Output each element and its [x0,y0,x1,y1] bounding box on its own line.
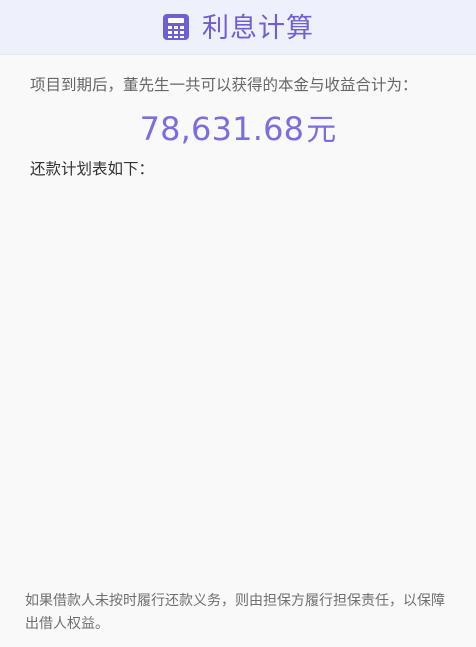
calculator-icon [162,13,190,41]
main-content: 项目到期后，董先生一共可以获得的本金与收益合计为： 78,631.68元 还款计… [0,55,476,647]
repayment-plan-label: 还款计划表如下： [30,160,155,178]
page-title: 利息计算 [202,12,314,44]
total-amount-unit: 元 [306,113,337,148]
total-amount: 78,631.68元 [0,112,476,148]
page-header: 利息计算 [0,0,476,55]
summary-text: 项目到期后，董先生一共可以获得的本金与收益合计为： [30,76,418,94]
guarantee-note: 如果借款人未按时履行还款义务，则由担保方履行担保责任，以保障出借人权益。 [25,593,445,632]
total-amount-value: 78,631.68 [139,110,305,148]
